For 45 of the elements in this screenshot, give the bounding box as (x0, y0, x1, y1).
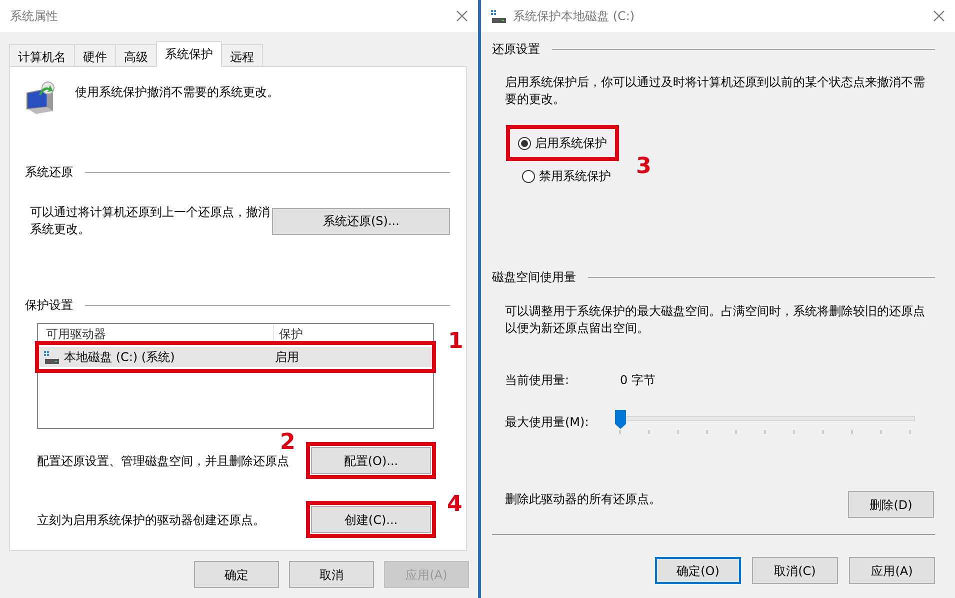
drive-icon (491, 10, 507, 22)
usage-value: 0 字节 (620, 372, 656, 389)
description-text: 配置还原设置、管理磁盘空间，并且删除还原点 (37, 452, 290, 470)
window-title: 系统保护本地磁盘 (C:) (513, 8, 635, 25)
tab[interactable]: 计算机名 (9, 44, 75, 66)
field-label: 当前使用量: (505, 372, 570, 389)
field-label: 最大使用量(M): (505, 414, 590, 431)
description-text: 可以通过将计算机还原到上一个还原点，撤消系统更改。 (30, 204, 270, 238)
close-icon[interactable] (456, 10, 468, 22)
tab[interactable]: 远程 (221, 44, 263, 66)
delete-button[interactable]: 删除(D) (848, 491, 934, 518)
radio-option[interactable]: 启用系统保护 (518, 134, 607, 152)
description-text: 启用系统保护后，你可以通过及时将计算机还原到以前的某个状态点来撤消不需要的更改。 (505, 74, 926, 108)
step-number: 4 (447, 494, 462, 516)
system-restore-button[interactable]: 系统还原(S)... (272, 208, 450, 234)
slider-thumb[interactable] (615, 409, 626, 429)
group-heading: 系统还原 (25, 164, 73, 181)
step-number: 1 (448, 331, 464, 353)
dialog-button[interactable]: 取消(C) (752, 557, 838, 584)
tab[interactable]: 系统保护 (156, 41, 222, 67)
description-text: 使用系统保护撤消不需要的系统更改。 (75, 84, 279, 101)
drive-row[interactable]: 本地磁盘 (C:) (系统) 启用 (39, 347, 432, 367)
step-number: 2 (280, 432, 296, 454)
window-title: 系统属性 (10, 8, 58, 25)
dialog-button[interactable]: 应用(A) (849, 557, 935, 584)
group-heading: 磁盘空间使用量 (492, 269, 576, 286)
group-heading: 还原设置 (492, 41, 540, 58)
configure-button[interactable]: 配置(O)... (311, 447, 431, 474)
tab[interactable]: 硬件 (74, 44, 116, 66)
drive-name: 本地磁盘 (C:) (系统) (64, 349, 175, 366)
slider[interactable] (615, 409, 915, 435)
dialog-button[interactable]: 确定(O) (655, 557, 741, 584)
dialog-button[interactable]: 取消 (289, 561, 374, 588)
protection-status: 启用 (275, 349, 299, 366)
column-header[interactable]: 保护 (274, 325, 303, 343)
description-text: 删除此驱动器的所有还原点。 (505, 491, 662, 508)
step-number: 3 (636, 156, 652, 178)
group-heading: 保护设置 (25, 297, 73, 314)
description-text: 可以调整用于系统保护的最大磁盘空间。占满空间时，系统将删除较旧的还原点以便为新还原点留出空间。 (505, 303, 926, 337)
column-header[interactable]: 可用驱动器 (38, 325, 274, 343)
description-text: 立刻为启用系统保护的驱动器创建还原点。 (37, 512, 266, 528)
dialog-button[interactable]: 确定 (194, 561, 279, 588)
drive-icon (44, 350, 60, 364)
close-icon[interactable] (933, 10, 945, 22)
create-button[interactable]: 创建(C)... (311, 506, 431, 533)
